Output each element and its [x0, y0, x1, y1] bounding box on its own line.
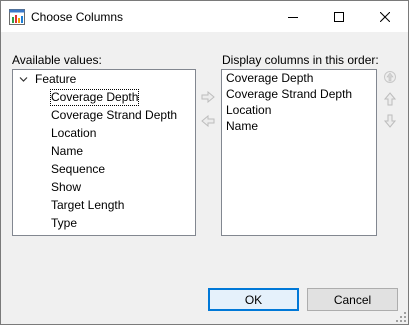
choose-columns-dialog: Choose Columns Available values: Display…	[0, 0, 409, 325]
resize-grip-icon[interactable]	[396, 312, 406, 322]
move-up-button[interactable]	[382, 91, 398, 107]
title-bar[interactable]: Choose Columns	[1, 1, 408, 32]
move-down-button[interactable]	[382, 113, 398, 129]
move-up-icon	[384, 92, 396, 106]
maximize-icon	[334, 11, 344, 22]
maximize-button[interactable]	[316, 1, 362, 32]
move-to-top-icon	[384, 71, 396, 83]
display-item-coverage-strand-depth[interactable]: Coverage Strand Depth	[226, 87, 352, 102]
tree-item-show[interactable]: Show	[50, 179, 82, 196]
display-item-coverage-depth[interactable]: Coverage Depth	[226, 71, 313, 86]
tree-item-coverage-depth[interactable]: Coverage Depth	[50, 89, 140, 106]
ok-button[interactable]: OK	[208, 288, 299, 311]
arrow-left-icon	[201, 115, 215, 127]
display-item-location[interactable]: Location	[226, 103, 271, 118]
display-item-name[interactable]: Name	[226, 119, 258, 134]
minimize-icon	[288, 16, 298, 18]
close-button[interactable]	[362, 1, 408, 32]
tree-item-name[interactable]: Name	[50, 143, 84, 160]
chevron-down-icon[interactable]	[19, 75, 28, 84]
close-icon	[380, 11, 390, 22]
tree-node-label: Feature	[35, 72, 77, 86]
app-icon	[9, 9, 25, 25]
tree-item-location[interactable]: Location	[50, 125, 97, 142]
add-column-button[interactable]	[200, 89, 216, 105]
tree-item-coverage-strand-depth[interactable]: Coverage Strand Depth	[50, 107, 178, 124]
arrow-right-icon	[201, 91, 215, 103]
available-values-label: Available values:	[12, 53, 102, 67]
cancel-button[interactable]: Cancel	[307, 288, 398, 311]
remove-column-button[interactable]	[200, 113, 216, 129]
display-columns-label: Display columns in this order:	[222, 53, 379, 67]
display-columns-list[interactable]: Coverage Depth Coverage Strand Depth Loc…	[221, 69, 377, 236]
available-values-tree[interactable]: Feature Coverage Depth Coverage Strand D…	[12, 69, 196, 236]
minimize-button[interactable]	[270, 1, 316, 32]
window-title: Choose Columns	[31, 10, 124, 24]
move-down-icon	[384, 114, 396, 128]
move-to-top-button[interactable]	[382, 69, 398, 85]
tree-item-type[interactable]: Type	[50, 215, 78, 232]
tree-item-sequence[interactable]: Sequence	[50, 161, 106, 178]
tree-item-target-length[interactable]: Target Length	[50, 197, 125, 214]
